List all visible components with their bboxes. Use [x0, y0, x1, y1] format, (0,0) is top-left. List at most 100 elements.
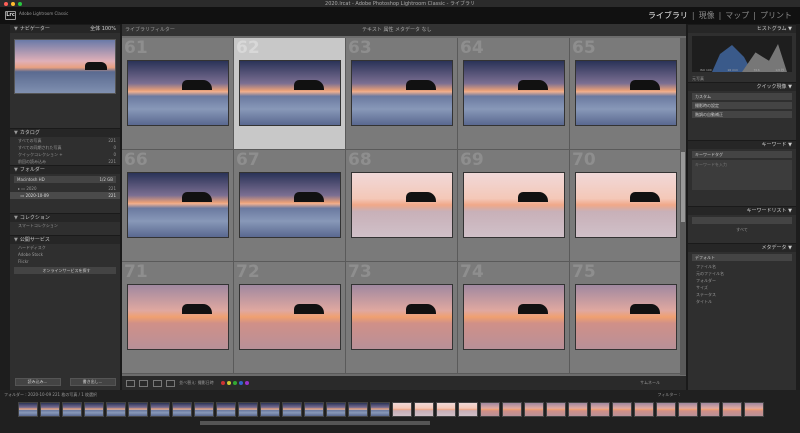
filmstrip-thumb[interactable]	[326, 402, 346, 417]
folder-item-selected[interactable]: ▭ 2020-10-09 221	[10, 192, 120, 199]
grid-cell[interactable]: 75	[570, 262, 682, 374]
filmstrip-thumb[interactable]	[304, 402, 324, 417]
filmstrip-thumb[interactable]	[282, 402, 302, 417]
folder-item[interactable]: ▸ ▭ 2020 221	[10, 185, 120, 192]
publish-item[interactable]: ハードディスク	[10, 244, 120, 251]
filmstrip-thumb[interactable]	[744, 402, 764, 417]
filmstrip-thumb[interactable]	[18, 402, 38, 417]
filmstrip-thumb[interactable]	[414, 402, 434, 417]
keyword-list-header[interactable]: キーワードリスト ▼	[688, 206, 796, 215]
filmstrip-thumb[interactable]	[62, 402, 82, 417]
filmstrip-thumb[interactable]	[348, 402, 368, 417]
publish-item[interactable]: Adobe Stock	[10, 251, 120, 258]
filmstrip-thumb[interactable]	[524, 402, 544, 417]
quick-develop-preset[interactable]: カスタム	[692, 93, 792, 100]
grid-cell[interactable]: 70	[570, 150, 682, 262]
grid-cell[interactable]: 73	[346, 262, 458, 374]
survey-view-icon[interactable]	[165, 379, 175, 387]
photo-thumbnail[interactable]	[351, 60, 453, 126]
grid-cell[interactable]: 62	[234, 38, 346, 150]
grid-cell[interactable]: 61	[122, 38, 234, 150]
keyword-filter-all[interactable]: すべて	[688, 226, 796, 233]
metadata-header[interactable]: メタデータ ▼	[688, 243, 796, 252]
filmstrip-thumb[interactable]	[590, 402, 610, 417]
module-print[interactable]: プリント	[760, 11, 792, 21]
loupe-view-icon[interactable]	[139, 379, 149, 387]
grid-cell[interactable]: 64	[458, 38, 570, 150]
filmstrip-thumb[interactable]	[568, 402, 588, 417]
filmstrip-thumb[interactable]	[84, 402, 104, 417]
export-button[interactable]: 書き出し...	[69, 378, 116, 386]
drive-row[interactable]: Macintosh HD 1/2 GB	[14, 176, 116, 183]
filmstrip-thumb[interactable]	[106, 402, 126, 417]
filmstrip-thumb[interactable]	[502, 402, 522, 417]
right-panel-toggle[interactable]	[796, 24, 800, 390]
photo-thumbnail[interactable]	[463, 172, 565, 238]
grid-cell[interactable]: 68	[346, 150, 458, 262]
quick-develop-header[interactable]: クイック現像 ▼	[688, 82, 796, 91]
navigator-header[interactable]: ▼ ナビゲーター 全体 100%	[10, 24, 120, 33]
scrollbar-thumb[interactable]	[681, 152, 685, 222]
blue-label-icon[interactable]	[239, 381, 244, 385]
keyword-input[interactable]: キーワードを入力	[692, 160, 792, 190]
photo-thumbnail[interactable]	[239, 60, 341, 126]
filmstrip-thumb[interactable]	[480, 402, 500, 417]
grid-cell[interactable]: 74	[458, 262, 570, 374]
filmstrip-thumb[interactable]	[194, 402, 214, 417]
filmstrip-scrollbar[interactable]	[200, 421, 430, 425]
publish-item[interactable]: Flickr	[10, 258, 120, 265]
filter-tabs[interactable]: テキスト 属性 メタデータ なし	[362, 24, 432, 36]
filmstrip-thumb[interactable]	[678, 402, 698, 417]
filmstrip-thumb[interactable]	[216, 402, 236, 417]
white-balance-select[interactable]: 撮影時の設定	[692, 102, 792, 109]
filmstrip-thumb[interactable]	[546, 402, 566, 417]
catalog-item[interactable]: 前回の読み込み 221	[10, 158, 120, 165]
filmstrip-thumb[interactable]	[656, 402, 676, 417]
filmstrip-source[interactable]: フォルダー : 2020-10-09 221 枚の写真 / 1 枚選択	[4, 392, 97, 397]
photo-thumbnail[interactable]	[351, 284, 453, 350]
grid-cell[interactable]: 69	[458, 150, 570, 262]
photo-thumbnail[interactable]	[575, 172, 677, 238]
grid-view-icon[interactable]	[126, 379, 135, 387]
filmstrip-thumb[interactable]	[392, 402, 412, 417]
keywording-header[interactable]: キーワード ▼	[688, 140, 796, 149]
grid-scrollbar[interactable]	[680, 38, 686, 375]
import-button[interactable]: 読み込み...	[14, 378, 61, 386]
module-map[interactable]: マップ	[725, 11, 749, 21]
grid-cell[interactable]: 72	[234, 262, 346, 374]
module-library[interactable]: ライブラリ	[648, 11, 688, 21]
filmstrip-thumb[interactable]	[458, 402, 478, 417]
photo-thumbnail[interactable]	[575, 284, 677, 350]
compare-view-icon[interactable]	[152, 379, 162, 387]
histogram-chart[interactable]: ISO 100 16 mm f/16 1/6 秒	[692, 36, 792, 72]
keyword-filter-input[interactable]	[692, 217, 792, 224]
grid-cell[interactable]: 71	[122, 262, 234, 374]
thumbnail-size-label[interactable]: サムネール	[640, 376, 660, 390]
photo-thumbnail[interactable]	[463, 284, 565, 350]
navigator-preview[interactable]	[14, 39, 116, 94]
filmstrip-thumb[interactable]	[128, 402, 148, 417]
filmstrip-thumb[interactable]	[172, 402, 192, 417]
red-label-icon[interactable]	[221, 381, 226, 385]
catalog-item[interactable]: すべての同期された写真 0	[10, 144, 120, 151]
photo-thumbnail[interactable]	[463, 60, 565, 126]
filmstrip-thumb[interactable]	[260, 402, 280, 417]
folders-header[interactable]: ▼ フォルダー	[10, 165, 120, 174]
filmstrip-thumb[interactable]	[150, 402, 170, 417]
green-label-icon[interactable]	[233, 381, 238, 385]
photo-thumbnail[interactable]	[239, 172, 341, 238]
photo-thumbnail[interactable]	[127, 172, 229, 238]
metadata-preset-select[interactable]: デフォルト	[692, 254, 792, 261]
catalog-header[interactable]: ▼ カタログ	[10, 128, 120, 137]
filmstrip-thumb[interactable]	[722, 402, 742, 417]
collections-header[interactable]: ▼ コレクション	[10, 213, 120, 222]
grid-cell[interactable]: 66	[122, 150, 234, 262]
filmstrip-thumb[interactable]	[436, 402, 456, 417]
photo-thumbnail[interactable]	[127, 284, 229, 350]
collection-item[interactable]: スマートコレクション	[10, 222, 120, 229]
grid-cell[interactable]: 65	[570, 38, 682, 150]
filmstrip-thumb[interactable]	[634, 402, 654, 417]
sort-label[interactable]: 並べ替え: 撮影日時	[179, 380, 214, 385]
find-more-services-button[interactable]: オンラインサービスを探す	[14, 267, 116, 274]
original-photo-checkbox[interactable]: 元写真	[688, 75, 796, 82]
